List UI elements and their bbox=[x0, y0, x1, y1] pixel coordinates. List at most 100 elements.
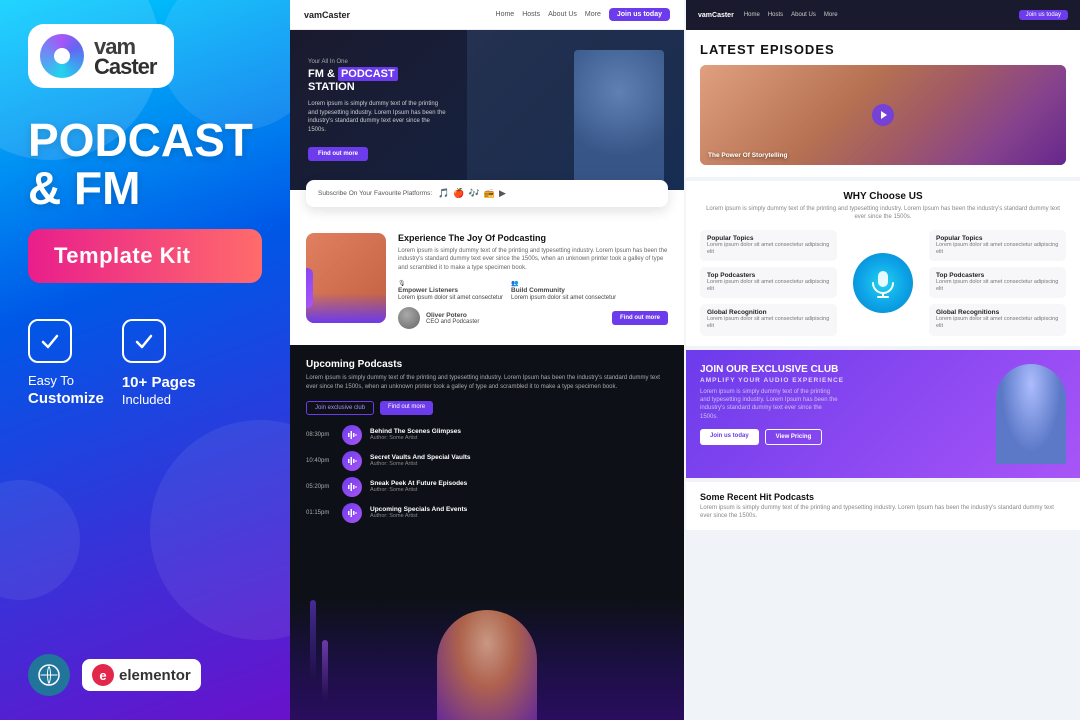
mic-graphic bbox=[853, 253, 913, 313]
joy-feat-2: 👥 Build Community Lorem ipsum dolor sit … bbox=[511, 280, 616, 301]
waveform-icon-4 bbox=[347, 508, 357, 518]
why-item-3: Global Recognition Lorem ipsum dolor sit… bbox=[700, 304, 837, 335]
why-body: Lorem ipsum is simply dummy text of the … bbox=[700, 205, 1066, 222]
podcast-icon-1 bbox=[342, 425, 362, 445]
joy-title: Experience The Joy Of Podcasting bbox=[398, 233, 668, 243]
time-1: 08:30pm bbox=[306, 432, 334, 438]
podcast-author-1: Author: Some Artist bbox=[370, 435, 668, 441]
recent-title: Some Recent Hit Podcasts bbox=[700, 492, 1066, 502]
joy-content: Experience The Joy Of Podcasting Lorem i… bbox=[398, 233, 668, 329]
woman-image-area bbox=[290, 600, 684, 720]
woman-silhouette bbox=[437, 610, 537, 720]
subscribe-icons: 🎵 🍎 🎶 📻 ▶ bbox=[438, 188, 506, 199]
joy-features: 🎙 Empower Listeners Lorem ipsum dolor si… bbox=[398, 280, 668, 301]
podcast-author-4: Author: Some Artist bbox=[370, 513, 668, 519]
episode-caption: The Power Of Storytelling bbox=[708, 152, 787, 159]
podcast-name-4: Upcoming Specials And Events bbox=[370, 506, 668, 513]
wordpress-icon bbox=[38, 664, 60, 686]
join-btn-2: View Pricing bbox=[765, 429, 823, 445]
join-btn-1: Join us today bbox=[700, 429, 759, 445]
bottom-logos: e elementor bbox=[28, 654, 201, 696]
microphone-icon bbox=[867, 267, 899, 299]
why-col-left: Popular Topics Lorem ipsum dolor sit ame… bbox=[700, 230, 837, 336]
podcast-info-2: Secret Vaults And Special Vaults Author:… bbox=[370, 454, 668, 467]
main-heading: PODCAST & FM bbox=[28, 116, 253, 213]
podcast-item-4: 01:15pm Upcoming Specials And Events Aut… bbox=[306, 503, 668, 523]
upcoming-btns: Join exclusive club Find out more bbox=[306, 401, 668, 415]
latest-title: LATEST EPISODES bbox=[700, 42, 1066, 57]
feature-pages: 10+ Pages Included bbox=[122, 319, 196, 409]
join-body: Lorem ipsum is simply dummy text of the … bbox=[700, 388, 840, 422]
logo-icon bbox=[40, 34, 84, 78]
right-nav-cta: Join us today bbox=[1019, 10, 1068, 20]
time-4: 01:15pm bbox=[306, 510, 334, 516]
wordpress-logo bbox=[28, 654, 70, 696]
upcoming-sub: Lorem ipsum is simply dummy text of the … bbox=[306, 374, 668, 391]
oliver-block: Oliver Potero CEO and Podcaster Find out… bbox=[398, 307, 668, 329]
right-panel: vamCaster Home Hosts About Us More Join … bbox=[290, 0, 1080, 720]
rating-badge: ★★★★★ 0.1M+ Subscribers over the world bbox=[306, 268, 313, 308]
preview-hero: Your All In One FM & PODCAST STATION Lor… bbox=[290, 30, 684, 190]
why-title: WHY Choose US bbox=[700, 191, 1066, 202]
hero-person-image bbox=[574, 50, 664, 190]
template-badge: Template Kit bbox=[28, 229, 262, 283]
podcast-item-1: 08:30pm Behind The Scenes Glimpses Autho… bbox=[306, 425, 668, 445]
template-badge-label: Template Kit bbox=[54, 243, 190, 268]
join-person bbox=[996, 364, 1066, 464]
podcast-info-1: Behind The Scenes Glimpses Author: Some … bbox=[370, 428, 668, 441]
recent-body: Lorem ipsum is simply dummy text of the … bbox=[700, 504, 1066, 521]
feature-check-customize bbox=[28, 319, 72, 363]
oliver-text: Oliver Potero CEO and Podcaster bbox=[426, 312, 479, 325]
joy-feat-1: 🎙 Empower Listeners Lorem ipsum dolor si… bbox=[398, 280, 503, 301]
join-title: JOIN OUR EXCLUSIVE CLUB bbox=[700, 364, 844, 375]
podcast-author-3: Author: Some Artist bbox=[370, 487, 668, 493]
apple-icon: 🍎 bbox=[453, 188, 464, 199]
why-mic-center bbox=[843, 253, 923, 313]
join-buttons: Join us today View Pricing bbox=[700, 429, 844, 445]
right-nav-logo: vamCaster bbox=[698, 12, 734, 19]
why-item-2: Top Podcasters Lorem ipsum dolor sit ame… bbox=[700, 267, 837, 298]
elementor-logo: e elementor bbox=[82, 659, 201, 691]
joy-image: ★★★★★ 0.1M+ Subscribers over the world bbox=[306, 233, 386, 323]
podcast-icon-3 bbox=[342, 477, 362, 497]
preview-nav-links-left: Home Hosts About Us More Join us today bbox=[496, 8, 670, 21]
podcast-item-2: 10:40pm Secret Vaults And Special Vaults… bbox=[306, 451, 668, 471]
nav-hosts: Hosts bbox=[522, 11, 540, 18]
logo-text-caster: Caster bbox=[94, 56, 156, 78]
left-panel: vam Caster PODCAST & FM Template Kit Eas… bbox=[0, 0, 290, 720]
upcoming-btn-2: Find out more bbox=[380, 401, 433, 415]
soundcloud-icon: 🎶 bbox=[469, 188, 480, 199]
podcast-info-4: Upcoming Specials And Events Author: Som… bbox=[370, 506, 668, 519]
why-grid: Popular Topics Lorem ipsum dolor sit ame… bbox=[700, 230, 1066, 336]
why-item-r1: Popular Topics Lorem ipsum dolor sit ame… bbox=[929, 230, 1066, 261]
find-more-btn: Find out more bbox=[612, 311, 668, 325]
feature-label-pages: 10+ Pages Included bbox=[122, 373, 196, 409]
logo-area: vam Caster bbox=[28, 24, 174, 88]
join-content: JOIN OUR EXCLUSIVE CLUB AMPLIFY YOUR AUD… bbox=[700, 364, 844, 446]
right-nav-links: Home Hosts About Us More bbox=[744, 12, 838, 18]
preview-left-col: vamCaster Home Hosts About Us More Join … bbox=[290, 0, 684, 720]
youtube-icon: ▶ bbox=[499, 188, 506, 199]
why-item-r2: Top Podcasters Lorem ipsum dolor sit ame… bbox=[929, 267, 1066, 298]
oliver-avatar bbox=[398, 307, 420, 329]
elementor-icon: e bbox=[92, 664, 114, 686]
why-item-r3: Global Recognitions Lorem ipsum dolor si… bbox=[929, 304, 1066, 335]
hero-prefix: Your All In One bbox=[308, 59, 448, 65]
podcast-name-3: Sneak Peek At Future Episodes bbox=[370, 480, 668, 487]
nav-about: About Us bbox=[548, 11, 577, 18]
podcast-info-3: Sneak Peek At Future Episodes Author: So… bbox=[370, 480, 668, 493]
subscribe-label: Subscribe On Your Favourite Platforms: bbox=[318, 190, 432, 197]
preview-navbar-right: vamCaster Home Hosts About Us More Join … bbox=[686, 0, 1080, 30]
podcast-name-1: Behind The Scenes Glimpses bbox=[370, 428, 668, 435]
feature-check-pages bbox=[122, 319, 166, 363]
podcast-list: 08:30pm Behind The Scenes Glimpses Autho… bbox=[306, 425, 668, 523]
podcast-icon-4 bbox=[342, 503, 362, 523]
episodes-image: The Power Of Storytelling bbox=[700, 65, 1066, 165]
upcoming-title: Upcoming Podcasts bbox=[306, 359, 668, 370]
join-section-wrapper: JOIN OUR EXCLUSIVE CLUB AMPLIFY YOUR AUD… bbox=[686, 346, 1080, 478]
play-button-overlay bbox=[872, 104, 894, 126]
hero-body: Lorem ipsum is simply dummy text of the … bbox=[308, 100, 448, 134]
hero-cta: Find out more bbox=[308, 147, 368, 161]
podcast-item-3: 05:20pm Sneak Peek At Future Episodes Au… bbox=[306, 477, 668, 497]
preview-right-col: vamCaster Home Hosts About Us More Join … bbox=[684, 0, 1080, 720]
